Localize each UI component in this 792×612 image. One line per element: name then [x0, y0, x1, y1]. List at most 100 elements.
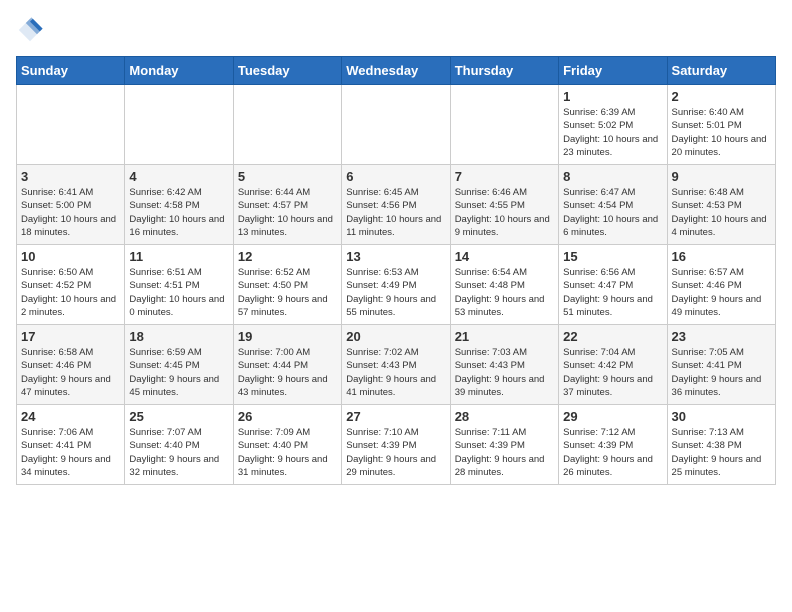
calendar-cell: 22 Sunrise: 7:04 AM Sunset: 4:42 PM Dayli…: [559, 325, 667, 405]
day-number: 18: [129, 329, 228, 344]
calendar-cell: 14 Sunrise: 6:54 AM Sunset: 4:48 PM Dayli…: [450, 245, 558, 325]
calendar-cell: 4 Sunrise: 6:42 AM Sunset: 4:58 PM Daylig…: [125, 165, 233, 245]
calendar-cell: [17, 85, 125, 165]
calendar-cell: 15Sunrise: 6:56 AM Sunset: 4:47 PM Dayli…: [559, 245, 667, 325]
day-info: Sunrise: 6:59 AM Sunset: 4:45 PM Dayligh…: [129, 346, 228, 399]
header-monday: Monday: [125, 57, 233, 85]
day-info: Sunrise: 7:10 AM Sunset: 4:39 PM Dayligh…: [346, 426, 445, 479]
day-info: Sunrise: 6:54 AM Sunset: 4:48 PM Dayligh…: [455, 266, 554, 319]
day-info: Sunrise: 6:40 AM Sunset: 5:01 PM Dayligh…: [672, 106, 771, 159]
calendar-cell: 20 Sunrise: 7:02 AM Sunset: 4:43 PM Dayli…: [342, 325, 450, 405]
calendar-cell: 13 Sunrise: 6:53 AM Sunset: 4:49 PM Dayli…: [342, 245, 450, 325]
calendar-cell: [125, 85, 233, 165]
day-info: Sunrise: 6:47 AM Sunset: 4:54 PM Dayligh…: [563, 186, 662, 239]
day-info: Sunrise: 7:06 AM Sunset: 4:41 PM Dayligh…: [21, 426, 120, 479]
day-info: Sunrise: 7:04 AM Sunset: 4:42 PM Dayligh…: [563, 346, 662, 399]
calendar-cell: 8 Sunrise: 6:47 AM Sunset: 4:54 PM Daylig…: [559, 165, 667, 245]
calendar-week-0: 1 Sunrise: 6:39 AM Sunset: 5:02 PM Daylig…: [17, 85, 776, 165]
day-number: 26: [238, 409, 337, 424]
day-number: 6: [346, 169, 445, 184]
day-info: Sunrise: 6:51 AM Sunset: 4:51 PM Dayligh…: [129, 266, 228, 319]
day-number: 28: [455, 409, 554, 424]
calendar-cell: 25Sunrise: 7:07 AM Sunset: 4:40 PM Dayli…: [125, 405, 233, 485]
calendar-cell: 6 Sunrise: 6:45 AM Sunset: 4:56 PM Daylig…: [342, 165, 450, 245]
day-number: 15: [563, 249, 662, 264]
day-number: 4: [129, 169, 228, 184]
calendar-week-1: 3Sunrise: 6:41 AM Sunset: 5:00 PM Daylig…: [17, 165, 776, 245]
calendar-cell: 18 Sunrise: 6:59 AM Sunset: 4:45 PM Dayli…: [125, 325, 233, 405]
day-number: 29: [563, 409, 662, 424]
day-number: 24: [21, 409, 120, 424]
calendar-cell: 3Sunrise: 6:41 AM Sunset: 5:00 PM Daylig…: [17, 165, 125, 245]
day-number: 22: [563, 329, 662, 344]
day-info: Sunrise: 6:42 AM Sunset: 4:58 PM Dayligh…: [129, 186, 228, 239]
day-number: 5: [238, 169, 337, 184]
calendar-cell: 2 Sunrise: 6:40 AM Sunset: 5:01 PM Daylig…: [667, 85, 775, 165]
calendar-cell: 9 Sunrise: 6:48 AM Sunset: 4:53 PM Daylig…: [667, 165, 775, 245]
calendar-week-4: 24 Sunrise: 7:06 AM Sunset: 4:41 PM Dayli…: [17, 405, 776, 485]
calendar-cell: 21 Sunrise: 7:03 AM Sunset: 4:43 PM Dayli…: [450, 325, 558, 405]
day-info: Sunrise: 6:50 AM Sunset: 4:52 PM Dayligh…: [21, 266, 120, 319]
day-info: Sunrise: 6:45 AM Sunset: 4:56 PM Dayligh…: [346, 186, 445, 239]
calendar-table: SundayMondayTuesdayWednesdayThursdayFrid…: [16, 56, 776, 485]
day-number: 9: [672, 169, 771, 184]
day-number: 27: [346, 409, 445, 424]
header-tuesday: Tuesday: [233, 57, 341, 85]
day-info: Sunrise: 7:03 AM Sunset: 4:43 PM Dayligh…: [455, 346, 554, 399]
calendar-cell: 10 Sunrise: 6:50 AM Sunset: 4:52 PM Dayli…: [17, 245, 125, 325]
day-info: Sunrise: 6:53 AM Sunset: 4:49 PM Dayligh…: [346, 266, 445, 319]
calendar-cell: 5 Sunrise: 6:44 AM Sunset: 4:57 PM Daylig…: [233, 165, 341, 245]
day-info: Sunrise: 6:39 AM Sunset: 5:02 PM Dayligh…: [563, 106, 662, 159]
day-info: Sunrise: 6:58 AM Sunset: 4:46 PM Dayligh…: [21, 346, 120, 399]
calendar-cell: 29 Sunrise: 7:12 AM Sunset: 4:39 PM Dayli…: [559, 405, 667, 485]
day-number: 2: [672, 89, 771, 104]
calendar-cell: [450, 85, 558, 165]
logo-icon: [16, 16, 44, 44]
calendar-cell: 19 Sunrise: 7:00 AM Sunset: 4:44 PM Dayli…: [233, 325, 341, 405]
logo: [16, 16, 48, 44]
day-info: Sunrise: 6:52 AM Sunset: 4:50 PM Dayligh…: [238, 266, 337, 319]
day-number: 16: [672, 249, 771, 264]
day-number: 3: [21, 169, 120, 184]
day-number: 17: [21, 329, 120, 344]
calendar-cell: 24 Sunrise: 7:06 AM Sunset: 4:41 PM Dayli…: [17, 405, 125, 485]
calendar-cell: 30 Sunrise: 7:13 AM Sunset: 4:38 PM Dayli…: [667, 405, 775, 485]
header-friday: Friday: [559, 57, 667, 85]
day-number: 13: [346, 249, 445, 264]
calendar-cell: 27 Sunrise: 7:10 AM Sunset: 4:39 PM Dayli…: [342, 405, 450, 485]
day-number: 19: [238, 329, 337, 344]
day-number: 1: [563, 89, 662, 104]
header-sunday: Sunday: [17, 57, 125, 85]
day-number: 10: [21, 249, 120, 264]
day-number: 23: [672, 329, 771, 344]
calendar-cell: 1 Sunrise: 6:39 AM Sunset: 5:02 PM Daylig…: [559, 85, 667, 165]
calendar-cell: 23 Sunrise: 7:05 AM Sunset: 4:41 PM Dayli…: [667, 325, 775, 405]
day-info: Sunrise: 7:05 AM Sunset: 4:41 PM Dayligh…: [672, 346, 771, 399]
day-number: 12: [238, 249, 337, 264]
calendar-cell: [233, 85, 341, 165]
header-wednesday: Wednesday: [342, 57, 450, 85]
day-info: Sunrise: 7:11 AM Sunset: 4:39 PM Dayligh…: [455, 426, 554, 479]
calendar-cell: 11 Sunrise: 6:51 AM Sunset: 4:51 PM Dayli…: [125, 245, 233, 325]
day-number: 20: [346, 329, 445, 344]
day-info: Sunrise: 6:48 AM Sunset: 4:53 PM Dayligh…: [672, 186, 771, 239]
day-info: Sunrise: 6:44 AM Sunset: 4:57 PM Dayligh…: [238, 186, 337, 239]
calendar-cell: 28 Sunrise: 7:11 AM Sunset: 4:39 PM Dayli…: [450, 405, 558, 485]
day-number: 21: [455, 329, 554, 344]
day-number: 8: [563, 169, 662, 184]
day-number: 14: [455, 249, 554, 264]
calendar-header-row: SundayMondayTuesdayWednesdayThursdayFrid…: [17, 57, 776, 85]
day-info: Sunrise: 7:00 AM Sunset: 4:44 PM Dayligh…: [238, 346, 337, 399]
day-number: 11: [129, 249, 228, 264]
day-info: Sunrise: 7:02 AM Sunset: 4:43 PM Dayligh…: [346, 346, 445, 399]
day-info: Sunrise: 7:13 AM Sunset: 4:38 PM Dayligh…: [672, 426, 771, 479]
calendar-cell: 17 Sunrise: 6:58 AM Sunset: 4:46 PM Dayli…: [17, 325, 125, 405]
calendar-cell: [342, 85, 450, 165]
day-info: Sunrise: 6:46 AM Sunset: 4:55 PM Dayligh…: [455, 186, 554, 239]
day-number: 30: [672, 409, 771, 424]
day-info: Sunrise: 7:12 AM Sunset: 4:39 PM Dayligh…: [563, 426, 662, 479]
page-header: [16, 16, 776, 44]
day-info: Sunrise: 7:07 AM Sunset: 4:40 PM Dayligh…: [129, 426, 228, 479]
calendar-cell: 16Sunrise: 6:57 AM Sunset: 4:46 PM Dayli…: [667, 245, 775, 325]
day-number: 7: [455, 169, 554, 184]
